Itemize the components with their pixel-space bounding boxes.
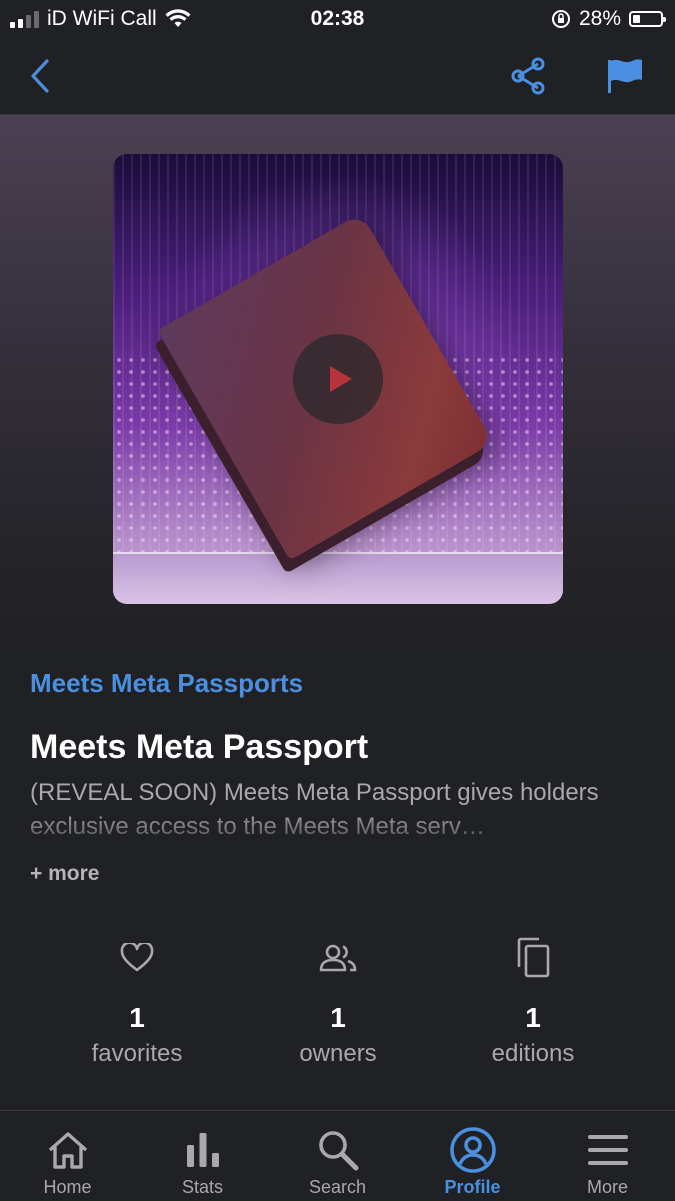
share-button[interactable] [506,54,550,98]
tab-label: Profile [444,1177,501,1197]
stat-value: 1 [129,1002,145,1033]
status-bar: iD WiFi Call 02:38 28% [0,0,675,38]
tab-label: Home [43,1177,92,1197]
stat-editions[interactable]: 1 editions [433,934,633,1068]
tab-stats[interactable]: Stats [135,1111,270,1201]
orientation-lock-icon [551,10,570,28]
collection-link[interactable]: Meets Meta Passports [30,668,303,699]
share-icon [511,57,545,95]
tab-more[interactable]: More [540,1111,675,1201]
play-button[interactable] [293,334,383,424]
status-right: 28% [551,7,666,31]
home-icon [48,1132,87,1169]
stat-favorites[interactable]: 1 favorites [37,934,237,1068]
battery-fill [633,15,640,23]
stage-floor [113,552,563,604]
tab-label: Search [308,1177,367,1197]
report-button[interactable] [603,54,647,98]
tab-home[interactable]: Home [0,1111,135,1201]
stat-label: owners [299,1040,377,1067]
tab-label: Stats [181,1177,224,1197]
stat-label: favorites [91,1040,183,1067]
search-icon [318,1131,358,1171]
stat-value: 1 [525,1002,541,1033]
people-icon [319,944,357,972]
tab-label: More [586,1177,628,1197]
top-nav-bar [0,38,675,115]
stat-label: editions [491,1040,575,1067]
tab-search[interactable]: Search [270,1111,405,1201]
more-button[interactable]: + more [30,862,99,886]
battery-icon [629,11,666,27]
profile-icon [449,1127,496,1173]
flag-icon [608,59,642,93]
item-description: (REVEAL SOON) Meets Meta Passport gives … [30,779,599,840]
tab-profile[interactable]: Profile [405,1111,540,1201]
menu-icon [587,1135,628,1165]
chevron-left-icon [31,59,49,93]
battery-percent: 28% [578,7,621,30]
nft-media-video[interactable] [113,154,563,604]
item-title: Meets Meta Passport [30,728,369,766]
bottom-tab-bar: Home Stats Search Profile More [0,1110,675,1201]
stat-owners[interactable]: 1 owners [238,934,438,1068]
stats-icon [186,1133,219,1167]
stat-value: 1 [330,1002,346,1033]
back-button[interactable] [18,54,62,98]
heart-icon [120,943,154,972]
play-icon [330,366,352,392]
copy-icon [517,937,550,978]
